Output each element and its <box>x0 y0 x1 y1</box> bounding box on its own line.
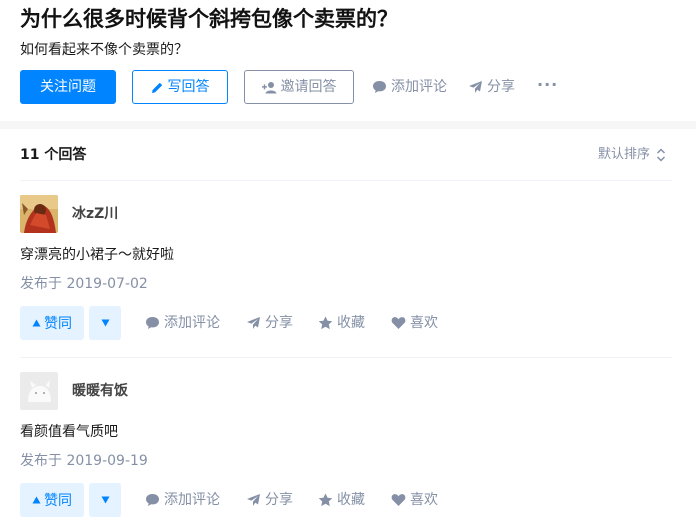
favorite-label: 收藏 <box>337 315 365 331</box>
pencil-icon <box>151 81 164 94</box>
like-label: 喜欢 <box>410 492 438 508</box>
share-button[interactable]: 分享 <box>468 77 515 97</box>
share-button[interactable]: 分享 <box>246 490 293 510</box>
share-label: 分享 <box>265 315 293 331</box>
downvote-button[interactable] <box>89 306 121 340</box>
add-comment-button[interactable]: 添加评论 <box>372 77 447 97</box>
author-name[interactable]: 暖暖有饭 <box>72 381 128 401</box>
add-comment-label: 添加评论 <box>391 79 447 95</box>
question-header: 为什么很多时候背个斜挎包像个卖票的？ 如何看起来不像个卖票的？ 关注问题 写回答… <box>0 0 696 121</box>
like-label: 喜欢 <box>410 315 438 331</box>
favorite-label: 收藏 <box>337 492 365 508</box>
paper-plane-icon <box>246 493 261 507</box>
answer-count: 11 个回答 <box>20 147 87 163</box>
upvote-button[interactable]: 赞同 <box>20 483 84 517</box>
star-icon <box>318 493 333 507</box>
answer-content: 看颜值看气质吧 <box>20 424 118 440</box>
write-answer-button[interactable]: 写回答 <box>132 70 228 104</box>
star-icon <box>318 316 333 330</box>
author-name[interactable]: 冰zZ川 <box>72 204 118 224</box>
comment-icon <box>145 493 160 507</box>
upvote-label: 赞同 <box>44 493 72 509</box>
share-button[interactable]: 分享 <box>246 313 293 333</box>
triangle-down-icon <box>101 496 110 504</box>
publish-date[interactable]: 发布于 2019-09-19 <box>20 451 148 471</box>
more-icon: ··· <box>537 75 559 94</box>
avatar[interactable] <box>20 372 58 410</box>
triangle-up-icon <box>32 319 41 327</box>
write-answer-label: 写回答 <box>167 79 210 95</box>
share-label: 分享 <box>265 492 293 508</box>
upvote-button[interactable]: 赞同 <box>20 306 84 340</box>
paper-plane-icon <box>246 316 261 330</box>
add-comment-label: 添加评论 <box>164 492 220 508</box>
answers-card: 11 个回答 默认排序 冰zZ川 穿漂亮的小裙子～就好啦 发布于 2019-07… <box>0 129 696 531</box>
add-comment-label: 添加评论 <box>164 315 220 331</box>
answer-content: 穿漂亮的小裙子～就好啦 <box>20 247 174 263</box>
answers-list-header: 11 个回答 默认排序 <box>20 129 672 181</box>
publish-date[interactable]: 发布于 2019-07-02 <box>20 274 148 294</box>
invite-answer-label: 邀请回答 <box>280 79 337 95</box>
sort-label: 默认排序 <box>597 147 650 162</box>
question-detail: 如何看起来不像个卖票的？ <box>20 42 188 58</box>
follow-question-label: 关注问题 <box>40 79 96 95</box>
like-button[interactable]: 喜欢 <box>391 313 438 333</box>
upvote-label: 赞同 <box>44 316 72 332</box>
heart-icon <box>391 493 406 507</box>
favorite-button[interactable]: 收藏 <box>318 490 365 510</box>
follow-question-button[interactable]: 关注问题 <box>20 70 116 104</box>
paper-plane-icon <box>468 80 483 94</box>
heart-icon <box>391 316 406 330</box>
avatar[interactable] <box>20 195 58 233</box>
more-options-button[interactable]: ··· <box>537 75 558 95</box>
triangle-up-icon <box>32 496 41 504</box>
triangle-down-icon <box>101 319 110 327</box>
sort-arrows-icon <box>656 148 666 162</box>
answer-item: 冰zZ川 穿漂亮的小裙子～就好啦 发布于 2019-07-02 赞同 添加评论 … <box>20 181 672 358</box>
add-comment-button[interactable]: 添加评论 <box>145 490 220 510</box>
add-comment-button[interactable]: 添加评论 <box>145 313 220 333</box>
invite-answer-button[interactable]: 邀请回答 <box>244 70 354 104</box>
share-label: 分享 <box>487 79 515 95</box>
like-button[interactable]: 喜欢 <box>391 490 438 510</box>
downvote-button[interactable] <box>89 483 121 517</box>
answer-item: 暖暖有饭 看颜值看气质吧 发布于 2019-09-19 赞同 添加评论 分享 收… <box>20 358 672 531</box>
sort-selector[interactable]: 默认排序 <box>598 145 666 165</box>
comment-icon <box>145 316 160 330</box>
add-user-icon <box>261 81 277 94</box>
favorite-button[interactable]: 收藏 <box>318 313 365 333</box>
question-title: 为什么很多时候背个斜挎包像个卖票的？ <box>20 7 398 31</box>
comment-icon <box>372 80 387 94</box>
